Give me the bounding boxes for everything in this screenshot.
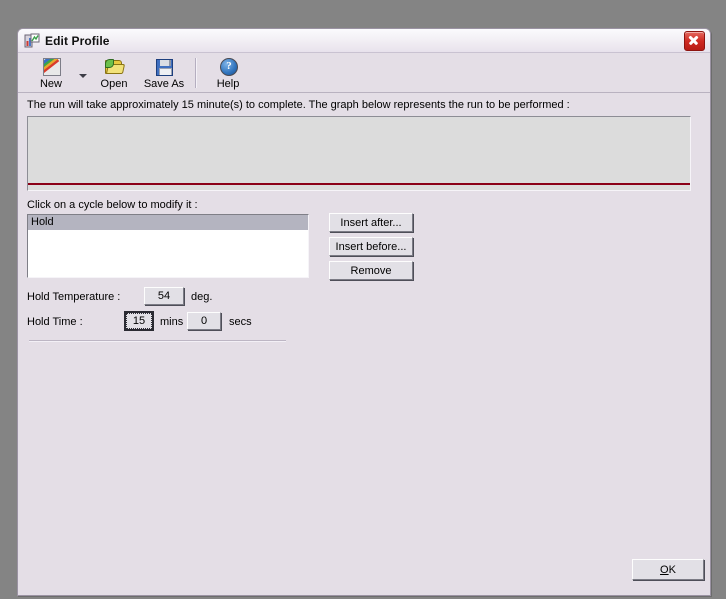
cycle-list[interactable]: Hold: [27, 214, 309, 278]
hold-temperature-unit: deg.: [191, 291, 213, 303]
hold-time-label: Hold Time :: [27, 316, 83, 328]
run-description: The run will take approximately 15 minut…: [27, 99, 570, 111]
close-icon[interactable]: [684, 30, 705, 51]
floppy-disk-icon: [153, 57, 175, 77]
cycle-prompt-label: Click on a cycle below to modify it :: [27, 199, 198, 211]
toolbar: New Open Save As ? Help: [18, 53, 710, 93]
profile-graph-panel[interactable]: [27, 116, 691, 191]
save-as-button[interactable]: Save As: [139, 56, 189, 91]
new-button[interactable]: New: [26, 56, 76, 91]
remove-button[interactable]: Remove: [329, 261, 413, 280]
new-profile-icon: [40, 57, 62, 77]
title-bar[interactable]: Edit Profile: [18, 29, 710, 53]
ok-button-mnemonic: O: [660, 564, 669, 576]
open-button[interactable]: Open: [89, 56, 139, 91]
insert-after-button[interactable]: Insert after...: [329, 213, 413, 232]
window-title: Edit Profile: [45, 33, 110, 48]
hold-time-minutes-value: 15: [126, 313, 152, 329]
hold-time-minutes-unit: mins: [160, 316, 184, 328]
open-folder-icon: [103, 57, 126, 77]
list-item[interactable]: Hold: [28, 215, 308, 230]
help-question-glyph: ?: [220, 58, 238, 76]
section-separator: [29, 340, 286, 342]
hold-time-seconds-unit: secs: [229, 316, 252, 328]
chevron-down-icon: [78, 74, 87, 78]
open-button-label: Open: [100, 78, 128, 90]
help-button-label: Help: [216, 78, 240, 90]
hold-temperature-field[interactable]: 54: [144, 287, 184, 305]
profile-chart-icon: [24, 33, 40, 49]
hold-temperature-label: Hold Temperature :: [27, 291, 121, 303]
help-button[interactable]: ? Help: [203, 56, 253, 91]
hold-time-seconds-field[interactable]: 0: [187, 312, 221, 330]
hold-time-minutes-field[interactable]: 15: [124, 311, 154, 331]
toolbar-separator: [195, 58, 197, 88]
ok-button[interactable]: OK: [632, 559, 704, 580]
graph-baseline: [28, 183, 690, 185]
edit-profile-window: Edit Profile New Open Save As ? Help The…: [17, 28, 711, 596]
new-button-label: New: [39, 78, 62, 90]
ok-button-label-rest: K: [668, 564, 676, 576]
help-question-icon: ?: [217, 57, 239, 77]
save-as-button-label: Save As: [143, 78, 185, 90]
new-dropdown-button[interactable]: [76, 56, 89, 90]
insert-before-button[interactable]: Insert before...: [329, 237, 413, 256]
